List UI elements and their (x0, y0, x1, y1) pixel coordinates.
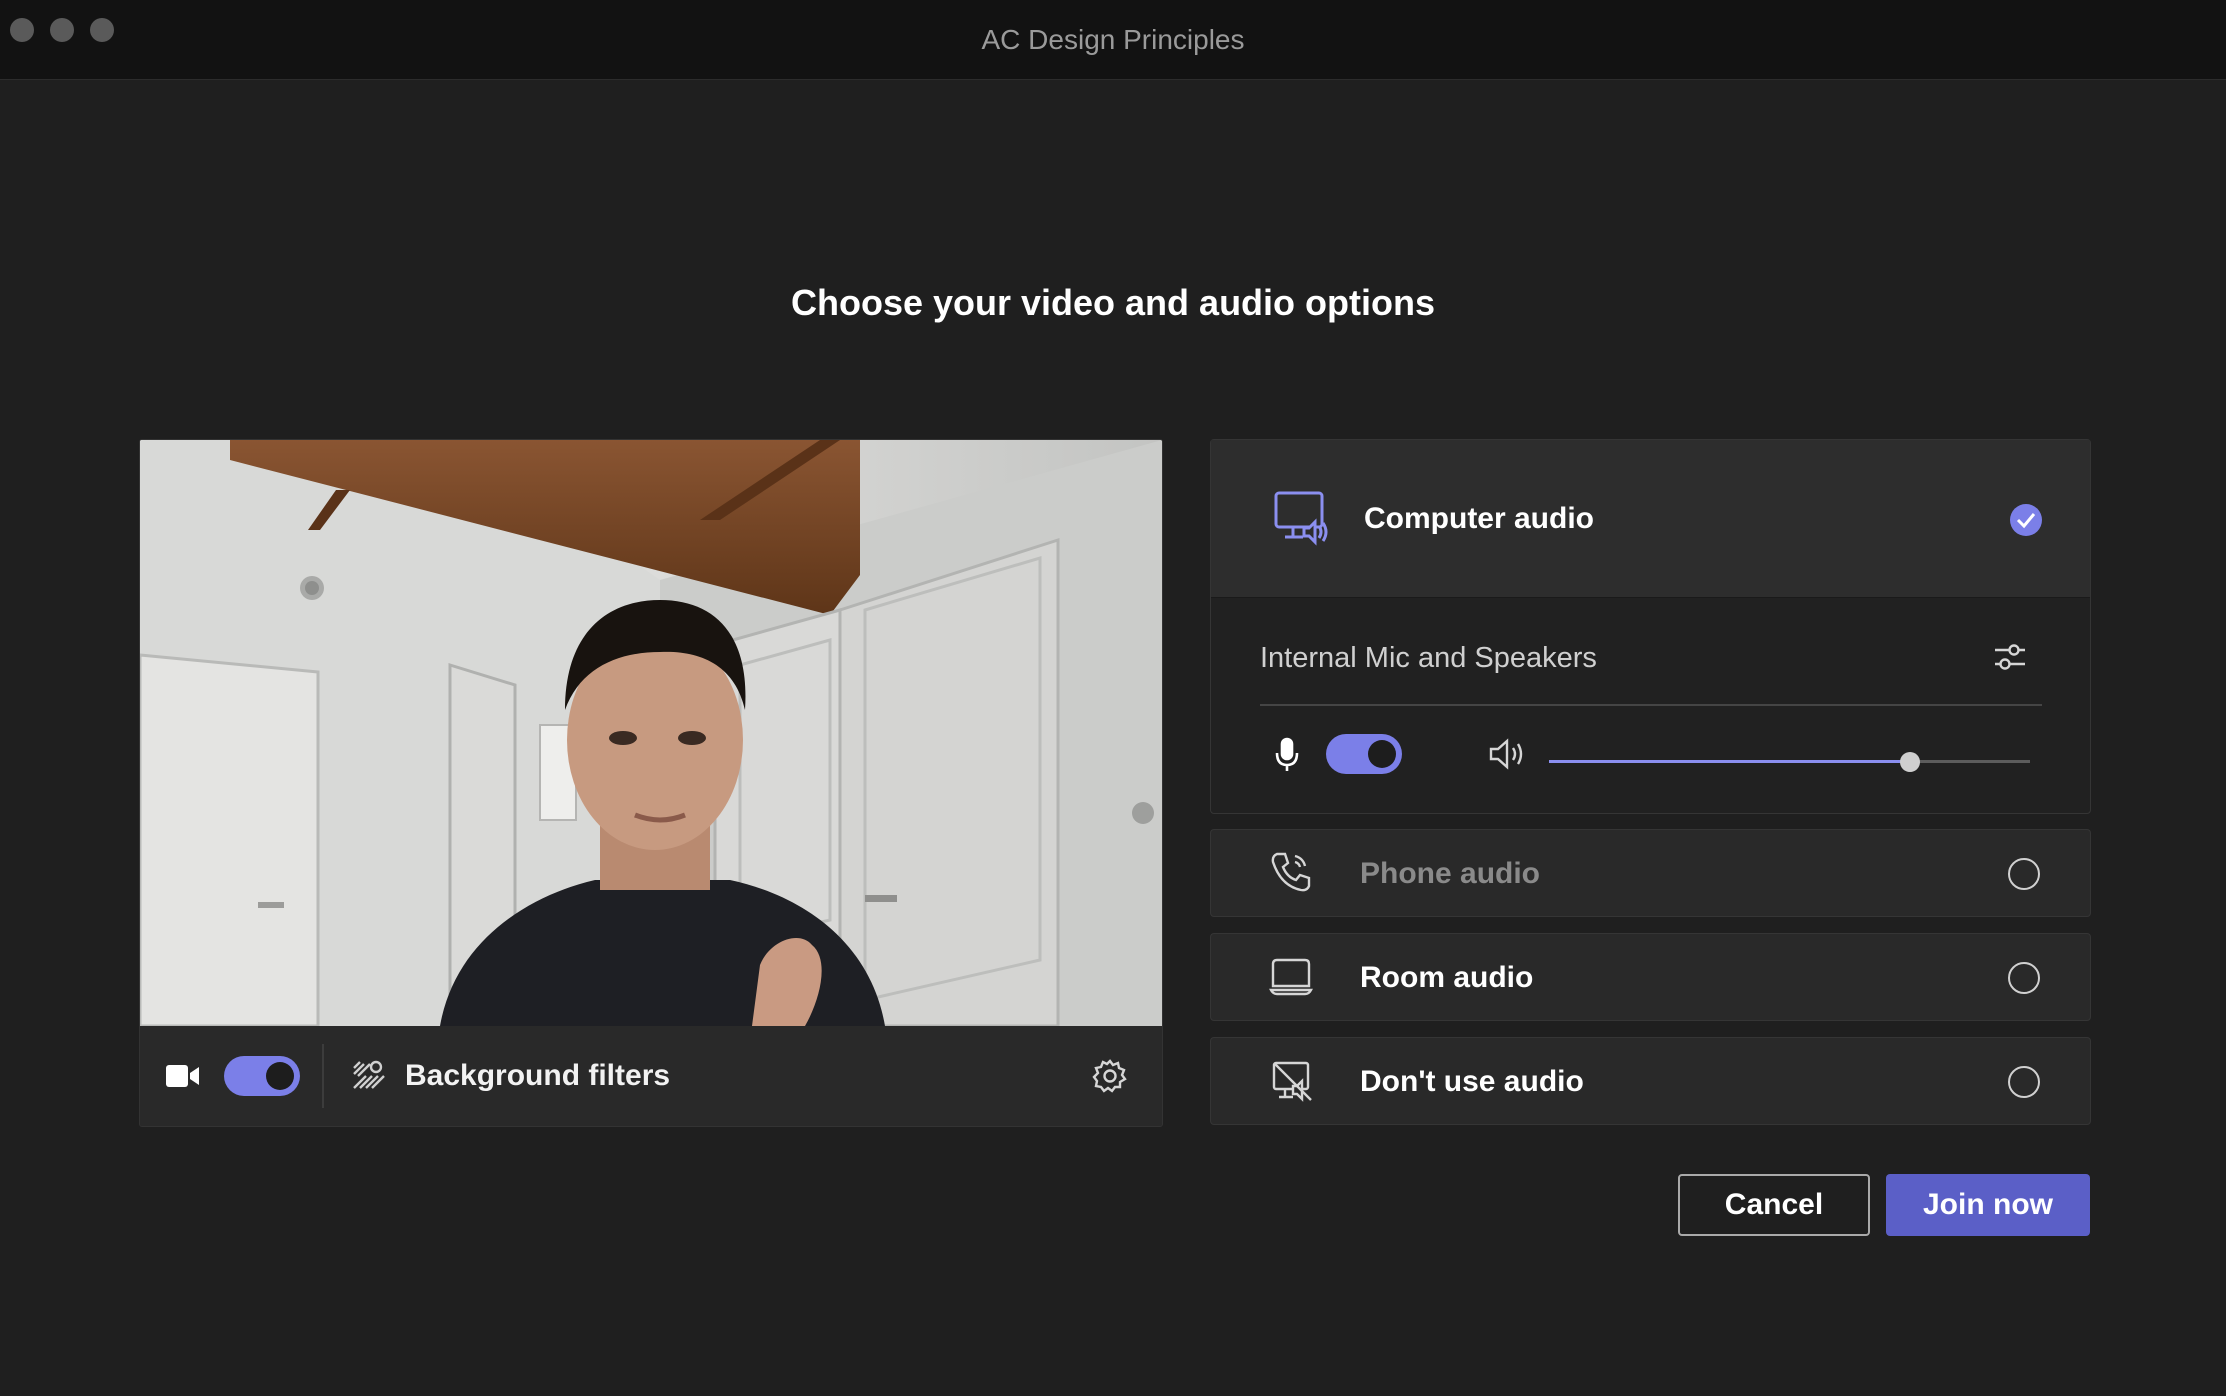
phone-audio-radio[interactable] (2008, 858, 2040, 890)
no-audio-option[interactable]: Don't use audio (1210, 1037, 2091, 1125)
video-controls-bar: Background filters (140, 1026, 1162, 1126)
background-effects-icon (352, 1060, 386, 1095)
room-audio-radio[interactable] (2008, 962, 2040, 994)
checkmark-circle-icon (2008, 502, 2044, 543)
room-device-icon (1269, 956, 1313, 1001)
computer-audio-card: Computer audio Internal Mic and Speakers (1210, 439, 2091, 814)
volume-slider-thumb[interactable] (1899, 752, 1920, 772)
room-audio-label: Room audio (1360, 961, 1534, 994)
join-now-button[interactable]: Join now (1886, 1174, 2090, 1236)
computer-audio-option[interactable]: Computer audio (1211, 440, 2090, 598)
device-label: Internal Mic and Speakers (1260, 642, 1597, 674)
camera-feed-image (140, 440, 1162, 1026)
phone-icon (1269, 850, 1313, 899)
computer-speaker-icon (1273, 490, 1329, 551)
speaker-volume-slider[interactable] (1549, 752, 2030, 772)
gear-icon[interactable] (1092, 1058, 1128, 1099)
no-audio-radio[interactable] (2008, 1066, 2040, 1098)
speaker-off-icon (1271, 1060, 1315, 1107)
microphone-icon (1273, 737, 1301, 778)
camera-toggle[interactable] (224, 1056, 300, 1096)
computer-audio-label: Computer audio (1364, 502, 1594, 535)
video-camera-icon (166, 1063, 200, 1094)
speaker-icon (1489, 737, 1527, 776)
sliders-icon[interactable] (1993, 640, 2027, 679)
phone-audio-option[interactable]: Phone audio (1210, 829, 2091, 917)
window-titlebar: AC Design Principles (0, 0, 2226, 80)
device-divider (1260, 704, 2042, 706)
window-title: AC Design Principles (981, 24, 1245, 55)
no-audio-label: Don't use audio (1360, 1065, 1584, 1098)
background-filters-label[interactable]: Background filters (405, 1059, 670, 1093)
page-heading: Choose your video and audio options (790, 282, 1436, 323)
video-bar-divider (322, 1044, 324, 1108)
microphone-toggle[interactable] (1326, 734, 1402, 774)
cancel-button[interactable]: Cancel (1678, 1174, 1870, 1236)
video-preview-card: Background filters (139, 439, 1163, 1127)
room-audio-option[interactable]: Room audio (1210, 933, 2091, 1021)
phone-audio-label: Phone audio (1360, 857, 1540, 890)
camera-preview (140, 440, 1162, 1026)
